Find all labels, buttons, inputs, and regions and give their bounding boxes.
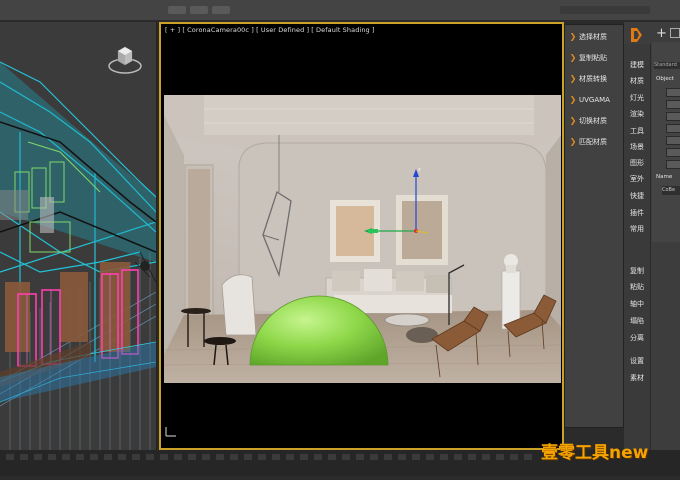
tab-common[interactable]: 常用 [626, 222, 648, 236]
modify-icon[interactable] [670, 28, 680, 38]
tab-material[interactable]: 材质 [626, 74, 648, 88]
tab-shapes[interactable]: 图形 [626, 156, 648, 170]
arrow-icon: ❯ [569, 74, 577, 83]
toolbar-field[interactable] [560, 6, 650, 14]
primitive-button[interactable] [666, 88, 680, 97]
primitive-button[interactable] [666, 160, 680, 169]
arrow-icon: ❯ [569, 95, 577, 104]
select-material-button[interactable]: ❯ 选择材质 [567, 27, 621, 46]
object-type-heading: Object [656, 76, 674, 82]
tab-lights[interactable]: 灯光 [626, 91, 648, 105]
primitive-button[interactable] [666, 100, 680, 109]
convert-material-button[interactable]: ❯ 材质转换 [567, 69, 621, 88]
copy-paste-button[interactable]: ❯ 复制粘贴 [567, 48, 621, 67]
tab-modeling[interactable]: 建模 [626, 58, 648, 72]
primitive-button[interactable] [666, 124, 680, 133]
plus-icon[interactable]: + [656, 26, 667, 41]
camera-viewport[interactable]: [ + ] [ CoronaCamera00c ] [ User Defined… [159, 22, 564, 450]
watermark-text: 壹零工具new [541, 443, 649, 463]
arrow-icon: ❯ [569, 53, 577, 62]
switch-material-button[interactable]: ❯ 切换材质 [567, 111, 621, 130]
tab-detach[interactable]: 分离 [626, 331, 648, 345]
tab-paste[interactable]: 粘贴 [626, 280, 648, 294]
axis-gizmo-icon [165, 427, 176, 437]
category-dropdown[interactable]: Standard [654, 62, 680, 69]
match-material-button[interactable]: ❯ 匹配材质 [567, 132, 621, 151]
name-field[interactable]: CoBe [662, 186, 680, 195]
logo-icon [631, 28, 642, 42]
top-toolbar [0, 0, 680, 20]
arrow-icon: ❯ [569, 137, 577, 146]
viewcube-icon[interactable] [108, 42, 142, 76]
svg-text:z: z [418, 167, 421, 173]
arrow-icon: ❯ [569, 116, 577, 125]
tab-strip: 建模 材质 灯光 渲染 工具 场景 图形 室外 快捷 插件 常用 复制 粘贴 轴… [624, 44, 651, 450]
material-tools-panel: ❯ 选择材质 ❯ 复制粘贴 ❯ 材质转换 ❯ UVGAMA ❯ 切换材质 ❯ 匹配材质 [564, 24, 624, 428]
tab-shortcuts[interactable]: 快捷 [626, 189, 648, 203]
tab-outdoor[interactable]: 室外 [626, 172, 648, 186]
left-viewport[interactable] [0, 22, 157, 450]
wireframe-scene [0, 22, 156, 450]
tab-assets[interactable]: 素材 [626, 371, 648, 385]
toolbar-button[interactable] [168, 6, 186, 14]
tab-settings[interactable]: 设置 [626, 354, 648, 368]
tab-plugins[interactable]: 插件 [626, 206, 648, 220]
arrow-icon: ❯ [569, 32, 577, 41]
uvgama-button[interactable]: ❯ UVGAMA [567, 90, 621, 109]
viewport-label[interactable]: [ + ] [ CoronaCamera00c ] [ User Defined… [165, 26, 375, 34]
toolbar-button[interactable] [190, 6, 208, 14]
tab-scene[interactable]: 场景 [626, 140, 648, 154]
primitive-button[interactable] [666, 136, 680, 145]
rendered-scene: z [164, 95, 561, 383]
toolbar-button[interactable] [212, 6, 230, 14]
tab-center-pivot[interactable]: 轴中 [626, 297, 648, 311]
primitive-button[interactable] [666, 112, 680, 121]
tab-copy[interactable]: 复制 [626, 264, 648, 278]
tab-render[interactable]: 渲染 [626, 107, 648, 121]
command-panel: + 建模 材质 灯光 渲染 工具 场景 图形 室外 快捷 插件 常用 复制 粘贴… [624, 22, 680, 450]
name-heading: Name [656, 174, 673, 180]
tab-collapse[interactable]: 塌陷 [626, 314, 648, 328]
object-type-rollout: Standard Object Name CoBe [652, 42, 680, 242]
tab-tools[interactable]: 工具 [626, 124, 648, 138]
primitive-button[interactable] [666, 148, 680, 157]
